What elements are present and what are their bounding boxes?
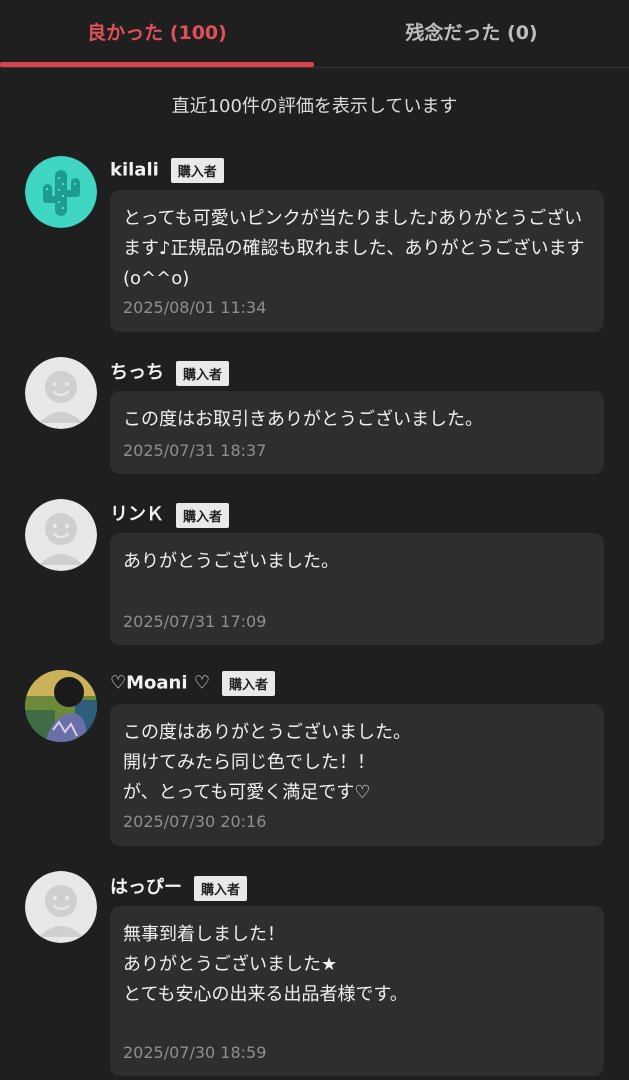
review-item: はっぴー 購入者 無事到着しました！ ありがとうございました★ とても安心の出来る… [0, 870, 629, 1080]
reviewer-name[interactable]: ちっち 購入者 [110, 358, 230, 386]
review-date: 2025/07/30 18:59 [123, 1043, 267, 1062]
tab-bad[interactable]: 残念だった (0) [314, 0, 629, 66]
default-avatar-icon[interactable] [25, 871, 97, 943]
review-comment: ありがとうございました。 [123, 551, 339, 572]
reviewer-name-text: はっぴー [110, 877, 182, 898]
review-item: リンＫ 購入者 ありがとうございました。 2025/07/31 17:09 [0, 497, 629, 647]
review-item: ちっち 購入者 この度はお取引きありがとうございました。 2025/07/31 1… [0, 355, 629, 475]
review-comment: 無事到着しました！ ありがとうございました★ とても安心の出来る出品者様です。 [123, 924, 408, 1005]
tab-good[interactable]: 良かった (100) [0, 0, 314, 66]
buyer-badge: 購入者 [194, 875, 248, 901]
reviewer-name-text: リンＫ [110, 504, 164, 525]
review-date: 2025/07/30 20:16 [123, 812, 267, 831]
review-item: kilali 購入者 とっても可愛いピンクが当たりました♪ありがとうございます♪正… [0, 155, 629, 335]
review-date: 2025/07/31 18:37 [123, 441, 267, 460]
review-item: ♡Moani ♡ 購入者 この度はありがとうございました。 開けてみたら同じ色でし… [0, 668, 629, 848]
rating-tabs: 良かった (100) 残念だった (0) [0, 0, 629, 68]
photo-avatar-icon[interactable] [25, 670, 97, 742]
buyer-badge: 購入者 [176, 502, 230, 528]
review-date: 2025/08/01 11:34 [123, 298, 267, 317]
default-avatar-icon[interactable] [25, 357, 97, 429]
review-bubble: ありがとうございました。 2025/07/31 17:09 [110, 533, 604, 645]
review-comment: この度はお取引きありがとうございました。 [123, 409, 483, 430]
buyer-badge: 購入者 [170, 158, 224, 183]
reviewer-name-text: kilali [110, 159, 159, 181]
review-bubble: 無事到着しました！ ありがとうございました★ とても安心の出来る出品者様です。 … [110, 906, 604, 1076]
review-bubble: とっても可愛いピンクが当たりました♪ありがとうございます♪正規品の確認も取れまし… [110, 190, 604, 332]
review-comment: この度はありがとうございました。 開けてみたら同じ色でした！！ が、とっても可愛… [123, 722, 411, 803]
reviewer-name-text: ♡Moani ♡ [110, 672, 210, 694]
buyer-badge: 購入者 [176, 360, 230, 386]
cactus-avatar-icon[interactable] [25, 156, 97, 228]
reviewer-name[interactable]: はっぴー 購入者 [110, 873, 248, 901]
review-date: 2025/07/31 17:09 [123, 612, 267, 631]
review-bubble: この度はお取引きありがとうございました。 2025/07/31 18:37 [110, 391, 604, 474]
default-avatar-icon[interactable] [25, 499, 97, 571]
reviewer-name[interactable]: リンＫ 購入者 [110, 500, 230, 528]
recent-ratings-notice: 直近100件の評価を表示しています [171, 96, 458, 117]
reviewer-name[interactable]: ♡Moani ♡ 購入者 [110, 671, 275, 696]
reviewer-name-text: ちっち [110, 362, 164, 383]
buyer-badge: 購入者 [221, 671, 275, 696]
active-tab-indicator [0, 62, 314, 67]
reviewer-name[interactable]: kilali 購入者 [110, 158, 224, 183]
review-comment: とっても可愛いピンクが当たりました♪ありがとうございます♪正規品の確認も取れまし… [123, 208, 591, 289]
review-bubble: この度はありがとうございました。 開けてみたら同じ色でした！！ が、とっても可愛… [110, 704, 604, 846]
